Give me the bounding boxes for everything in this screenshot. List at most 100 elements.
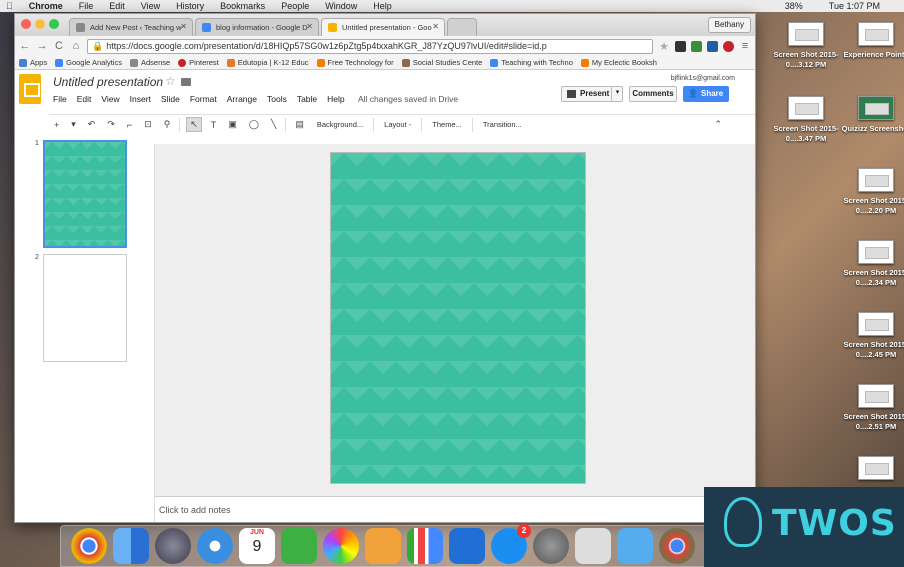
menu-history[interactable]: History <box>176 0 204 12</box>
menu-insert[interactable]: Insert <box>130 94 151 104</box>
account-email[interactable]: bjflink1s@gmail.com <box>671 75 735 82</box>
transition-button[interactable]: Transition... <box>479 120 526 129</box>
desktop-file-icon[interactable]: Screen Shot 2015-0....3.47 PM <box>771 96 841 144</box>
comments-button[interactable]: Comments <box>629 86 677 102</box>
url-input[interactable]: 🔒 https://docs.google.com/presentation/d/… <box>87 38 653 54</box>
back-icon[interactable]: ← <box>19 40 31 52</box>
forward-icon[interactable]: → <box>36 40 48 52</box>
folder-icon[interactable] <box>181 78 191 86</box>
tab-untitled-presentation[interactable]: Untitled presentation - Goo ✕ <box>321 18 445 36</box>
photos-icon[interactable] <box>323 528 359 564</box>
finder-icon[interactable] <box>113 528 149 564</box>
share-button[interactable]: Share <box>683 86 729 102</box>
battery-percent[interactable]: 38% <box>785 0 803 12</box>
desktop-file-icon[interactable]: Screen Shot 2015-0....3.12 PM <box>771 22 841 70</box>
clock[interactable]: Tue 1:07 PM <box>829 0 880 12</box>
desktop-file-icon[interactable] <box>841 456 904 484</box>
pinterest-icon[interactable] <box>723 40 734 52</box>
desktop-file-icon[interactable]: Experience Points <box>841 22 904 60</box>
extension-icon[interactable] <box>691 40 702 52</box>
desktop-file-icon[interactable]: Screen Shot 2015-0....2.20 PM <box>841 168 904 216</box>
menu-icon[interactable]: ≡ <box>739 40 751 52</box>
menu-arrange[interactable]: Arrange <box>227 94 257 104</box>
bookmark-eclectic-bookshelf[interactable]: My Eclectic Booksh <box>580 58 657 67</box>
shape-icon[interactable]: ◯ <box>246 118 262 131</box>
menu-chrome[interactable]: Chrome <box>29 0 63 12</box>
chrome-icon[interactable] <box>659 528 695 564</box>
pages-icon[interactable] <box>365 528 401 564</box>
system-preferences-icon[interactable] <box>533 528 569 564</box>
present-options-chevron-icon[interactable]: ▾ <box>611 86 623 102</box>
menu-help[interactable]: Help <box>373 0 392 12</box>
image-icon[interactable]: ▣ <box>225 118 240 131</box>
close-tab-icon[interactable]: ✕ <box>306 22 313 31</box>
menu-window[interactable]: Window <box>325 0 357 12</box>
calculator-icon[interactable] <box>575 528 611 564</box>
menu-format[interactable]: Format <box>190 94 217 104</box>
menu-edit[interactable]: Edit <box>77 94 92 104</box>
bookmark-free-technology[interactable]: Free Technology for <box>316 58 394 67</box>
bookmark-social-studies[interactable]: Social Studies Cente <box>401 58 482 67</box>
menu-tools[interactable]: Tools <box>267 94 287 104</box>
menu-help[interactable]: Help <box>327 94 344 104</box>
desktop-file-icon[interactable]: Screen Shot 2015-0....2.34 PM <box>841 240 904 288</box>
desktop-file-icon[interactable]: Screen Shot 2015-0....2.45 PM <box>841 312 904 360</box>
bookmark-edutopia[interactable]: Edutopia | K-12 Educ <box>226 58 309 67</box>
apple-icon[interactable]:  <box>6 0 13 12</box>
slide-thumbnail-1[interactable] <box>43 140 127 248</box>
extension-icon[interactable] <box>675 40 686 52</box>
undo-icon[interactable]: ↶ <box>85 118 99 131</box>
close-window-button[interactable] <box>21 19 31 29</box>
new-slide-plus-icon[interactable]: + <box>51 119 62 131</box>
speaker-notes[interactable]: Click to add notes <box>155 496 755 522</box>
facetime-icon[interactable] <box>281 528 317 564</box>
extension-icon[interactable] <box>707 40 718 52</box>
new-tab-button[interactable] <box>447 18 477 36</box>
bookmark-teaching-with-tech[interactable]: Teaching with Techno <box>490 58 573 67</box>
menu-slide[interactable]: Slide <box>161 94 180 104</box>
bookmark-apps[interactable]: Apps <box>19 58 47 67</box>
select-pointer-icon[interactable]: ↖ <box>186 117 202 132</box>
safari-icon[interactable] <box>197 528 233 564</box>
zoom-icon[interactable]: ⚲ <box>161 118 174 131</box>
text-box-icon[interactable]: T <box>208 119 220 131</box>
close-tab-icon[interactable]: ✕ <box>180 22 187 31</box>
comment-icon[interactable]: ▤ <box>292 118 307 131</box>
tab-add-new-post[interactable]: Add New Post ‹ Teaching w ✕ <box>69 18 193 36</box>
reload-icon[interactable]: C <box>53 40 65 52</box>
bookmark-google-analytics[interactable]: Google Analytics <box>55 58 122 67</box>
menu-view[interactable]: View <box>101 94 119 104</box>
numbers-icon[interactable] <box>407 528 443 564</box>
calendar-icon[interactable]: JUN 9 <box>239 528 275 564</box>
slide-thumbnail-2[interactable] <box>43 254 127 362</box>
background-button[interactable]: Background... <box>313 120 367 129</box>
desktop-file-icon[interactable]: Screen Shot 2015-0....2.51 PM <box>841 384 904 432</box>
line-icon[interactable]: ╲ <box>268 118 279 131</box>
app-store-icon[interactable]: 2 <box>491 524 531 564</box>
tab-blog-information[interactable]: blog information - Google D ✕ <box>195 18 319 36</box>
redo-icon[interactable]: ↷ <box>104 118 118 131</box>
minimize-window-button[interactable] <box>35 19 45 29</box>
zoom-window-button[interactable] <box>49 19 59 29</box>
collapse-toolbar-icon[interactable]: ⌃ <box>711 118 725 131</box>
paint-format-icon[interactable]: ⌐ <box>124 119 135 131</box>
star-icon[interactable]: ☆ <box>165 74 176 88</box>
bookmark-star-icon[interactable]: ★ <box>658 40 670 53</box>
twitter-icon[interactable] <box>617 528 653 564</box>
slides-logo-icon[interactable] <box>19 74 41 104</box>
launchpad-icon[interactable] <box>155 528 191 564</box>
menu-file[interactable]: File <box>79 0 94 12</box>
bookmark-pinterest[interactable]: Pinterest <box>178 58 219 67</box>
chrome-icon[interactable] <box>71 528 107 564</box>
menu-bookmarks[interactable]: Bookmarks <box>220 0 265 12</box>
new-slide-chevron-icon[interactable]: ▾ <box>68 118 79 131</box>
keynote-icon[interactable] <box>449 528 485 564</box>
desktop-file-icon[interactable]: Quizizz Screenshot <box>841 96 904 134</box>
menu-people[interactable]: People <box>281 0 309 12</box>
menu-view[interactable]: View <box>141 0 160 12</box>
close-tab-icon[interactable]: ✕ <box>432 22 439 31</box>
layout-button[interactable]: Layout - <box>380 120 415 129</box>
menu-table[interactable]: Table <box>297 94 317 104</box>
menu-file[interactable]: File <box>53 94 67 104</box>
bookmark-adsense[interactable]: Adsense <box>129 58 170 67</box>
